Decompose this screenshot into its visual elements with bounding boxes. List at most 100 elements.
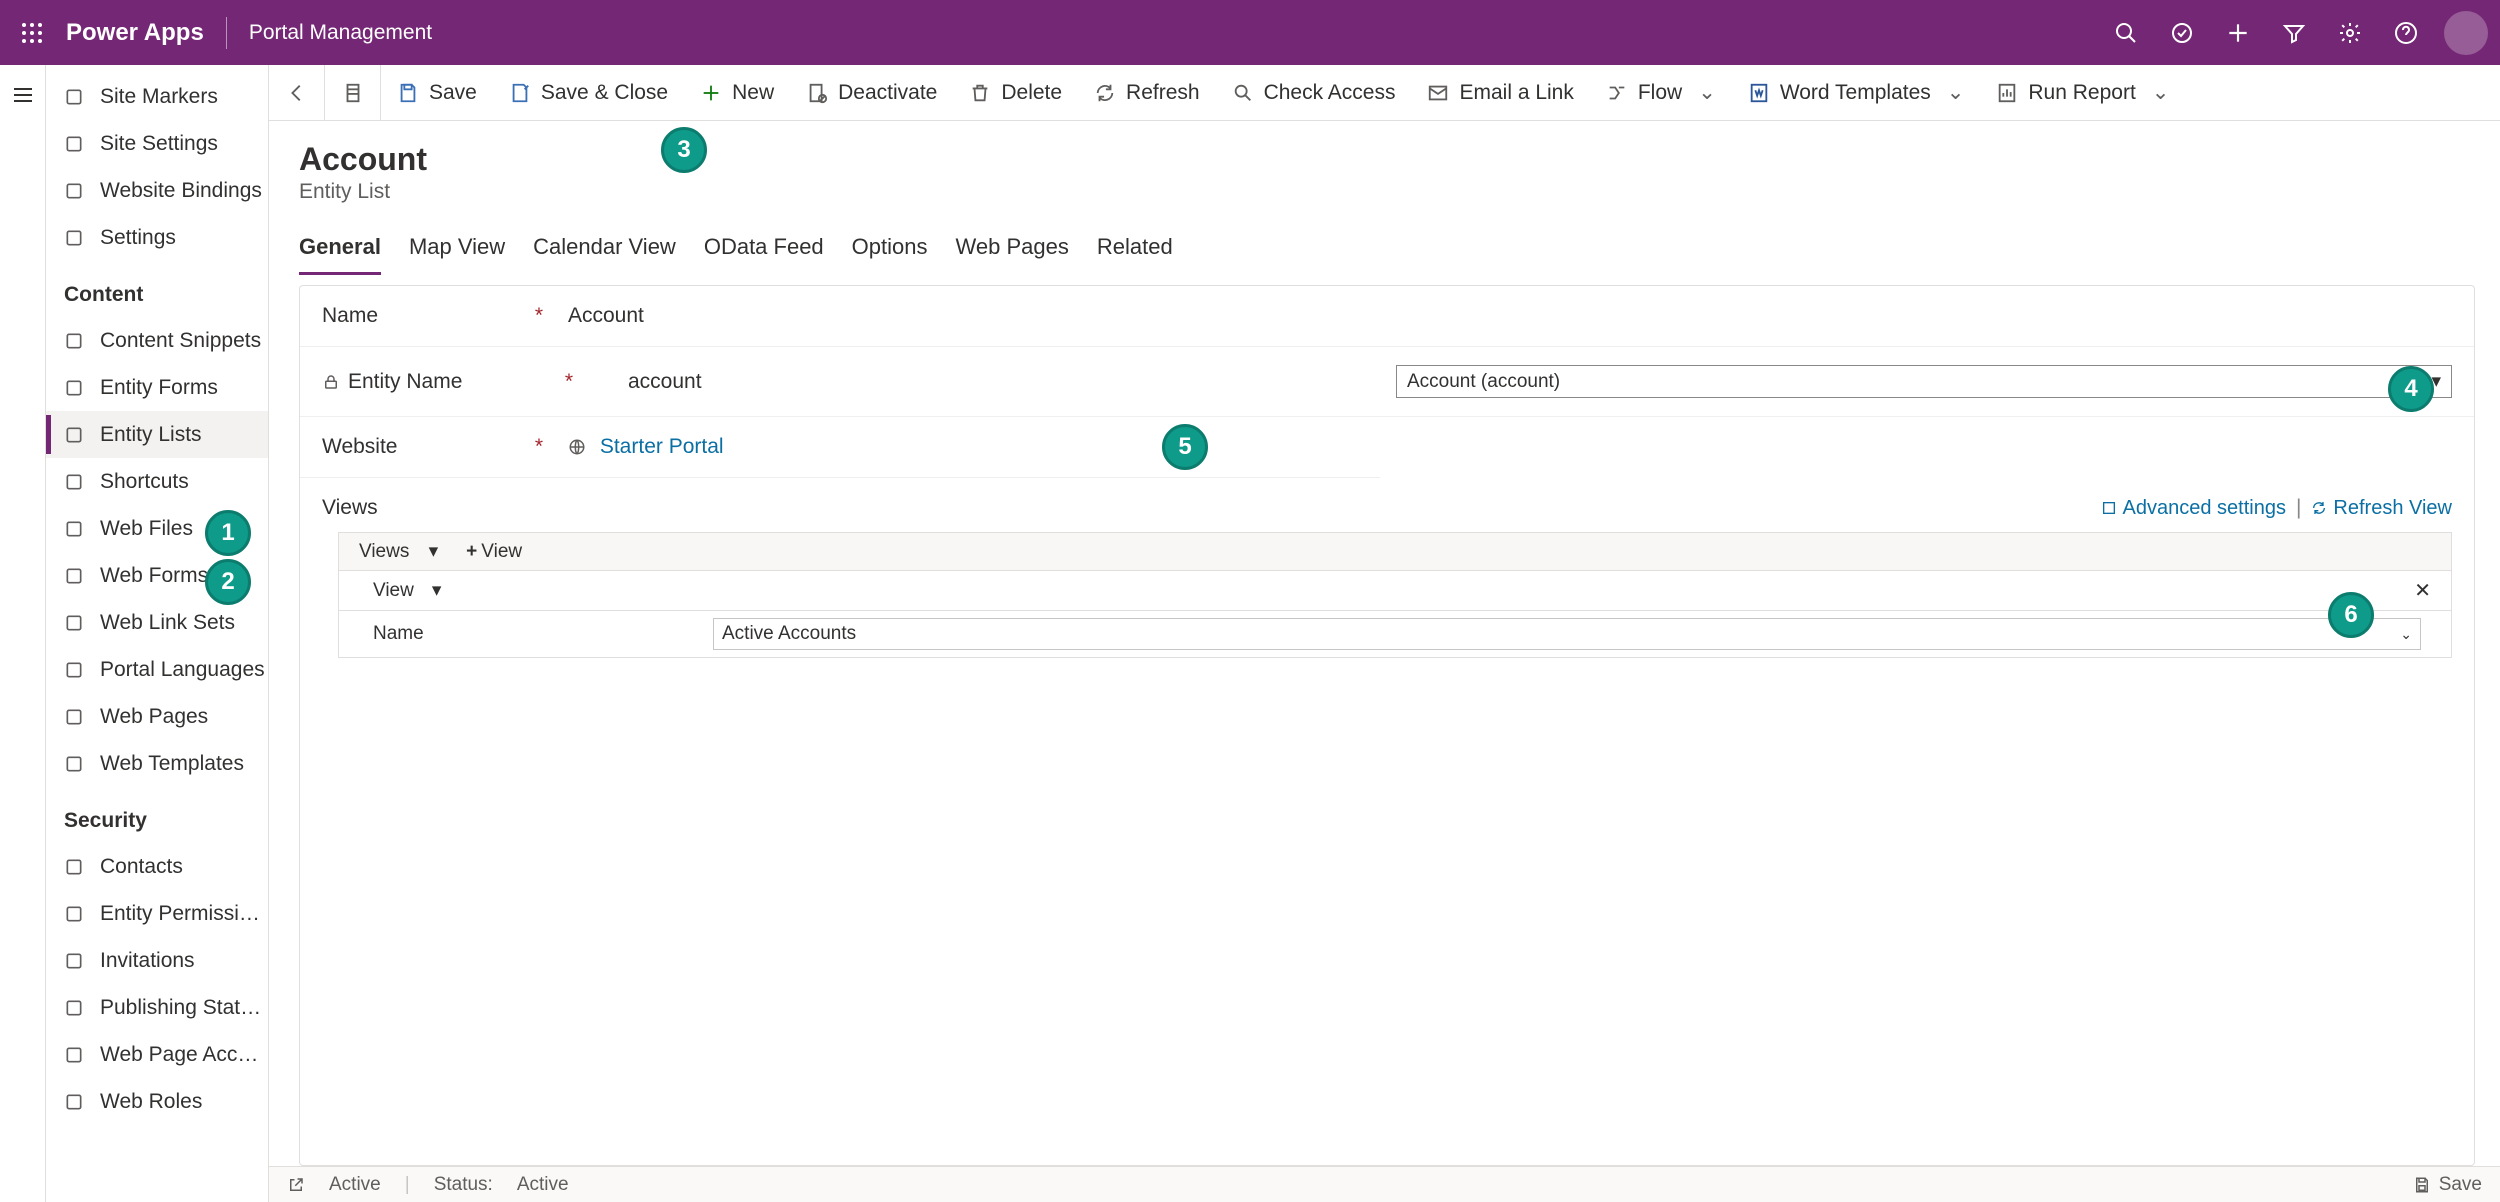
chevron-down-icon: ⌄ (1698, 80, 1716, 105)
nav-item-web-templates[interactable]: Web Templates (46, 740, 268, 787)
nav-item-content-snippets[interactable]: Content Snippets (46, 317, 268, 364)
nav-label: Entity Forms (100, 376, 218, 400)
website-link[interactable]: Starter Portal (600, 435, 724, 458)
expand-icon (2101, 500, 2117, 516)
chevron-down-icon: ⌄ (2152, 80, 2170, 105)
user-avatar[interactable] (2444, 11, 2488, 55)
nav-label: Invitations (100, 949, 195, 973)
callout-1: 1 (205, 510, 251, 556)
caret-down-icon[interactable]: ▾ (432, 579, 442, 602)
status-save-button[interactable]: Save (2439, 1174, 2482, 1196)
nav-item-entity-forms[interactable]: Entity Forms (46, 364, 268, 411)
check-access-button[interactable]: Check Access (1216, 65, 1412, 121)
nav-item-site-settings[interactable]: Site Settings (46, 120, 268, 167)
callout-4: 4 (2388, 366, 2434, 412)
views-subgrid: Views ▾ +View View ▾ ✕ Name Active Accou… (338, 532, 2452, 658)
add-view-label: View (481, 541, 522, 562)
record-tabs: General Map View Calendar View OData Feed Op… (269, 224, 2500, 275)
tab-map-view[interactable]: Map View (409, 224, 505, 275)
cmd-label: New (732, 81, 774, 105)
nav-item-portal-languages[interactable]: Portal Languages (46, 646, 268, 693)
views-dropdown-label: Views (359, 541, 409, 562)
callout-6: 6 (2328, 592, 2374, 638)
nav-label: Web Pages (100, 705, 208, 729)
nav-item-web-link-sets[interactable]: Web Link Sets (46, 599, 268, 646)
tab-web-pages[interactable]: Web Pages (956, 224, 1069, 275)
refresh-view-link[interactable]: Refresh View (2311, 497, 2452, 520)
email-link-button[interactable]: Email a Link (1411, 65, 1589, 121)
hamburger-icon[interactable] (11, 83, 35, 1202)
field-value[interactable]: Account (546, 304, 2452, 328)
field-row-name: Name * Account (300, 286, 2474, 347)
close-icon[interactable]: ✕ (2414, 578, 2431, 603)
add-icon[interactable] (2210, 11, 2266, 55)
caret-down-icon: ▾ (429, 541, 439, 562)
tab-general[interactable]: General (299, 224, 381, 275)
add-view-button[interactable]: +View (466, 541, 522, 563)
settings-icon[interactable] (2322, 11, 2378, 55)
new-button[interactable]: New (684, 65, 790, 121)
cmd-label: Save (429, 81, 477, 105)
separator: | (2296, 496, 2301, 520)
nav-label: Entity Lists (100, 423, 202, 447)
form-panel: Name * Account Entity Name * account Acc… (299, 285, 2475, 1166)
nav-item-shortcuts[interactable]: Shortcuts (46, 458, 268, 505)
nav-item-invitations[interactable]: Invitations (46, 937, 268, 984)
required-indicator: * (532, 304, 546, 328)
app-context-label: Portal Management (249, 21, 432, 45)
nav-item-web-pages[interactable]: Web Pages (46, 693, 268, 740)
nav-item-contacts[interactable]: Contacts (46, 843, 268, 890)
nav-item-publishing-state-tran-[interactable]: Publishing State Tran... (46, 984, 268, 1031)
tab-calendar-view[interactable]: Calendar View (533, 224, 676, 275)
record-set-button[interactable] (325, 65, 381, 121)
word-templates-button[interactable]: Word Templates⌄ (1732, 65, 1981, 121)
deactivate-button[interactable]: Deactivate (790, 65, 953, 121)
flow-button[interactable]: Flow ⌄ (1590, 65, 1732, 121)
subgrid-toolbar: Views ▾ +View (339, 533, 2451, 571)
tab-options[interactable]: Options (852, 224, 928, 275)
nav-item-entity-permissions[interactable]: Entity Permissions (46, 890, 268, 937)
save-button[interactable]: Save (381, 65, 493, 121)
filter-icon[interactable] (2266, 11, 2322, 55)
nav-label: Settings (100, 226, 176, 250)
nav-item-entity-lists[interactable]: Entity Lists (46, 411, 268, 458)
nav-label: Content Snippets (100, 329, 261, 353)
views-dropdown[interactable]: Views ▾ (359, 540, 438, 563)
required-indicator: * (532, 435, 546, 459)
record-header: Account Entity List 3 (269, 121, 2500, 204)
views-label: Views (322, 496, 378, 520)
nav-item-site-markers[interactable]: Site Markers (46, 73, 268, 120)
run-report-button[interactable]: Run Report⌄ (1980, 65, 2185, 121)
refresh-icon (2311, 500, 2327, 516)
popout-icon[interactable] (287, 1176, 305, 1194)
callout-3: 3 (661, 127, 707, 173)
search-icon[interactable] (2098, 11, 2154, 55)
cmd-label: Flow (1638, 81, 1682, 105)
delete-button[interactable]: Delete (953, 65, 1078, 121)
help-icon[interactable] (2378, 11, 2434, 55)
subgrid-name-label: Name (373, 623, 713, 645)
advanced-settings-link[interactable]: Advanced settings (2101, 497, 2286, 520)
nav-label: Web Page Access Co... (100, 1043, 268, 1067)
app-launcher-icon[interactable] (12, 13, 52, 53)
nav-label: Portal Languages (100, 658, 265, 682)
nav-item-settings[interactable]: Settings (46, 214, 268, 261)
global-header: Power Apps Portal Management (0, 0, 2500, 65)
tab-related[interactable]: Related (1097, 224, 1173, 275)
tab-odata-feed[interactable]: OData Feed (704, 224, 824, 275)
nav-item-web-roles[interactable]: Web Roles (46, 1078, 268, 1125)
subgrid-name-input[interactable]: Active Accounts ⌄ (713, 618, 2421, 650)
entity-lookup[interactable]: Account (account) ▾ (1396, 365, 2452, 398)
nav-item-web-page-access-co-[interactable]: Web Page Access Co... (46, 1031, 268, 1078)
lookup-text: Account (account) (1407, 371, 1560, 393)
status-bar: Active | Status: Active Save (269, 1166, 2500, 1202)
nav-item-website-bindings[interactable]: Website Bindings (46, 167, 268, 214)
cmd-label: Delete (1001, 81, 1062, 105)
save-close-button[interactable]: Save & Close (493, 65, 684, 121)
task-icon[interactable] (2154, 11, 2210, 55)
refresh-button[interactable]: Refresh (1078, 65, 1216, 121)
nav-section-content: Content (46, 261, 268, 317)
field-value[interactable]: account (606, 370, 1366, 394)
back-button[interactable] (269, 65, 325, 121)
nav-collapse-column (0, 65, 46, 1202)
